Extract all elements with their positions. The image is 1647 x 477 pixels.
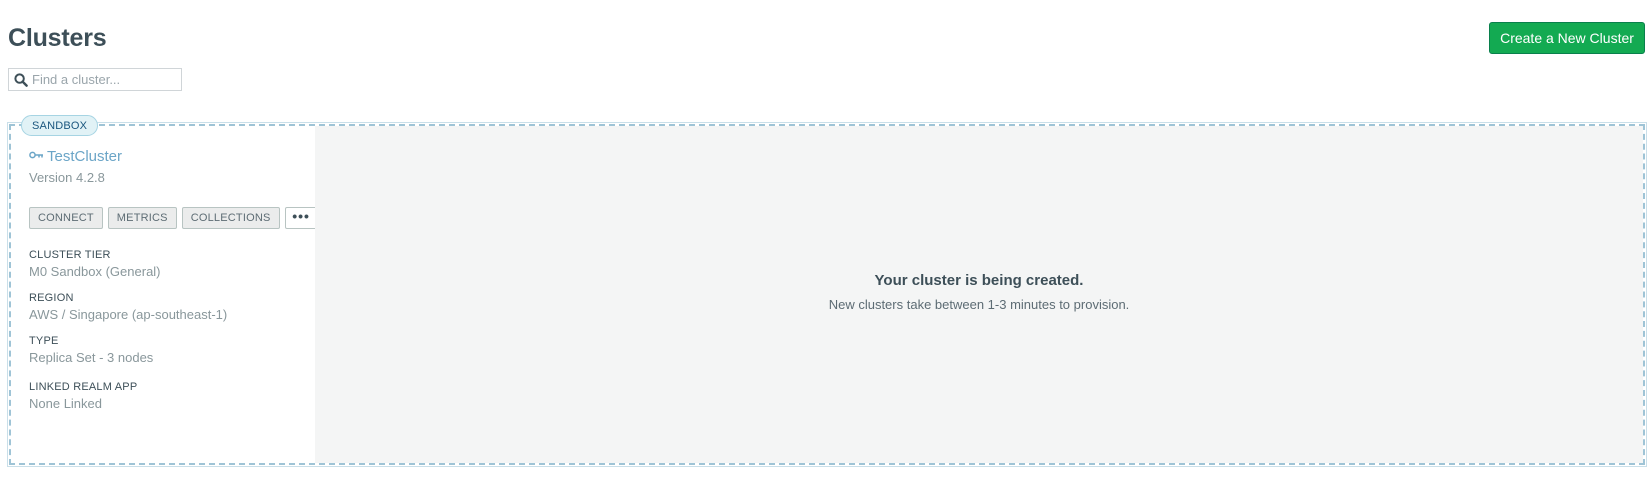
cluster-status-panel: Your cluster is being created. New clust…: [315, 126, 1643, 463]
connect-button[interactable]: CONNECT: [29, 207, 103, 229]
ellipsis-icon: •••: [292, 208, 310, 224]
detail-linked-realm-app: LINKED REALM APP None Linked: [29, 381, 137, 411]
collections-button[interactable]: COLLECTIONS: [181, 207, 280, 229]
cluster-actions: CONNECT METRICS COLLECTIONS •••: [29, 207, 318, 229]
detail-label: REGION: [29, 292, 74, 304]
detail-label: CLUSTER TIER: [29, 249, 111, 261]
detail-value: M0 Sandbox (General): [29, 264, 161, 279]
key-icon: [29, 147, 44, 165]
detail-value: Replica Set - 3 nodes: [29, 350, 154, 365]
metrics-button[interactable]: METRICS: [107, 207, 177, 229]
cluster-version: Version 4.2.8: [29, 170, 105, 185]
cluster-name-row[interactable]: TestCluster: [29, 147, 122, 165]
cluster-name-link[interactable]: TestCluster: [47, 148, 122, 165]
more-options-button[interactable]: •••: [284, 207, 318, 229]
detail-value: AWS / Singapore (ap-southeast-1): [29, 307, 228, 322]
search-icon: [14, 72, 28, 87]
cluster-search[interactable]: [8, 68, 182, 91]
detail-type: TYPE Replica Set - 3 nodes: [29, 335, 153, 365]
search-input[interactable]: [32, 72, 177, 87]
detail-value: None Linked: [29, 396, 102, 411]
detail-label: TYPE: [29, 335, 59, 347]
create-cluster-button[interactable]: Create a New Cluster: [1489, 22, 1645, 54]
page-title: Clusters: [8, 24, 107, 52]
detail-label: LINKED REALM APP: [29, 381, 138, 393]
status-message: New clusters take between 1-3 minutes to…: [828, 296, 1130, 312]
clusters-page: Clusters Create a New Cluster SANDBOX: [0, 0, 1647, 477]
cluster-card: SANDBOX TestCluster Version 4.2.8 CONNEC…: [7, 115, 1647, 467]
detail-region: REGION AWS / Singapore (ap-southeast-1): [29, 292, 227, 322]
detail-cluster-tier: CLUSTER TIER M0 Sandbox (General): [29, 249, 161, 279]
cluster-info-panel: TestCluster Version 4.2.8 CONNECT METRIC…: [11, 126, 318, 463]
status-title: Your cluster is being created.: [874, 271, 1084, 289]
